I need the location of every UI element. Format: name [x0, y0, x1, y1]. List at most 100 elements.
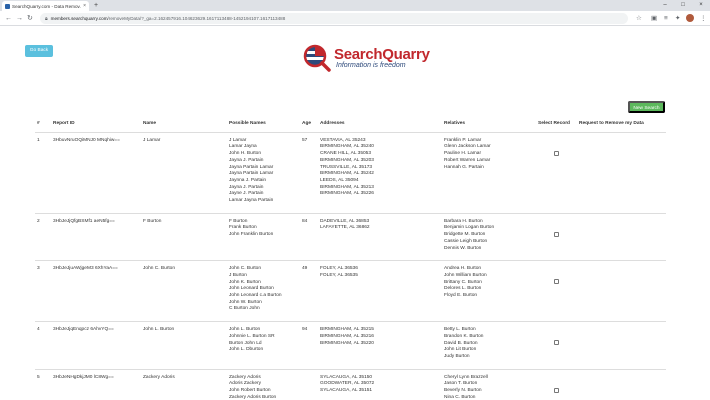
new-search-button[interactable]: New Search	[628, 101, 665, 113]
url-host: members.searchquarry.com	[50, 16, 108, 21]
table-row: 2 3HbJeJjQfgBSMf1 aeN5fg== F Burton F Burto…	[35, 212, 666, 261]
record-name: Zackery Adoris	[141, 368, 227, 400]
remove-data-cell	[577, 321, 666, 370]
addresses-line: FOLEY, AL 36535	[320, 272, 358, 278]
go-back-button[interactable]: Go Back	[25, 45, 53, 57]
back-arrow-icon[interactable]: ←	[5, 14, 12, 23]
reload-icon[interactable]: ↻	[27, 14, 33, 23]
possible-names-line: John Leonard c.a Burton	[229, 293, 282, 299]
record-name: F Burton	[141, 212, 227, 261]
relatives-line: Cassie Leigh Burton	[444, 238, 488, 244]
report-id: 3HbuvNruOQiMNJ0 MNqhiw==	[51, 131, 141, 214]
select-record-cell	[536, 131, 577, 214]
addresses-line: BIRMINGHAM, AL 35216	[320, 333, 374, 339]
addresses-line: LAFAYETTE, AL 36862	[320, 225, 370, 231]
possible-names-line: Lamar Jayna Partain	[229, 198, 274, 204]
browser-toolbar: ← → ↻ 🔒︎ members.searchquarry.com/remove…	[0, 11, 710, 26]
col-header-age: Age	[300, 118, 318, 133]
minimize-button[interactable]: –	[656, 0, 674, 11]
possible-names-line: Jayna Partain Lamar	[229, 171, 274, 177]
forward-arrow-icon[interactable]: →	[16, 14, 23, 23]
report-id: 3HbJeJjuAWjgeM3 6XhYaA==	[51, 260, 141, 322]
remove-data-cell	[577, 131, 666, 214]
select-record-checkbox[interactable]	[554, 150, 559, 156]
relatives-line: Brandon K. Burton	[444, 333, 484, 339]
row-number: 5	[35, 368, 51, 400]
row-number: 3	[35, 260, 51, 322]
magnifier-flag-icon	[303, 44, 331, 72]
possible-names: Zackery Adoris Adoris Zackery John Robert …	[227, 368, 300, 400]
table-row: 1 3HbuvNruOQiMNJ0 MNqhiw== J Lamar J Lamar L…	[35, 131, 666, 214]
tab-close-icon[interactable]: ×	[83, 3, 86, 9]
record-name: John L. Burton	[141, 321, 227, 370]
relatives-line: Nina C. Burton	[444, 394, 476, 400]
lock-icon: 🔒︎	[45, 15, 48, 22]
possible-names-line: J Burton	[229, 272, 247, 278]
addresses-line: BIRMINGHAM, AL 35242	[320, 171, 374, 177]
addresses-line: BIRMINGHAM, AL 35215	[320, 327, 374, 333]
possible-names-line: Jayna J. Partain	[229, 157, 264, 163]
relatives-line: John William Burton	[444, 272, 487, 278]
table-row: 3 3HbJeJjuAWjgeM3 6XhYaA== John C. Burton J…	[35, 260, 666, 322]
possible-names-line: John H. Burton	[229, 151, 261, 157]
favicon-icon	[5, 3, 10, 9]
extension-icon[interactable]: ▣	[651, 14, 657, 23]
table-row: 5 3HbJeNHgDkjJM0 lC8Wg== Zackery Adoris Zac…	[35, 368, 666, 400]
relatives: Andrea H. Burton John William Burton Britt…	[442, 260, 536, 322]
possible-names: F Burton Frank Burton John Franklin Burton	[227, 212, 300, 261]
new-tab-button[interactable]: +	[94, 1, 98, 10]
possible-names-line: John L. Burton	[229, 327, 261, 333]
addresses: VESTAVIA, AL 35243 BIRMINGHAM, AL 35240 CR…	[318, 131, 442, 214]
report-id: 3HbJeJjqEnqpcz 6AhvYQ==	[51, 321, 141, 370]
address-bar[interactable]: 🔒︎ members.searchquarry.com/removeMyData…	[40, 13, 628, 24]
col-header-remove-data: Request to Remove my Data	[577, 118, 666, 133]
bookmark-star-icon[interactable]: ☆	[636, 14, 642, 23]
relatives-line: Beverly N. Burton	[444, 388, 482, 394]
select-record-checkbox[interactable]	[554, 231, 559, 237]
relatives-line: John Lit Burton	[444, 347, 477, 353]
age: 49	[300, 260, 318, 322]
relatives-line: Judy Burton	[444, 353, 470, 359]
remove-data-cell	[577, 368, 666, 400]
menu-kebab-icon[interactable]: ⋮	[700, 14, 707, 23]
col-header-relatives: Relatives	[442, 118, 536, 133]
relatives-line: Dennis W. Burton	[444, 245, 482, 251]
possible-names-line: Jaynna J. Partain	[229, 177, 267, 183]
addresses-line: BIRMINGHAM, AL 35220	[320, 340, 374, 346]
select-record-checkbox[interactable]	[554, 340, 559, 346]
relatives-line: Betty L. Burton	[444, 327, 476, 333]
browser-tab[interactable]: SearchQuarry.com - Data Remov... ×	[2, 1, 89, 11]
addresses: BIRMINGHAM, AL 35215 BIRMINGHAM, AL 35216…	[318, 321, 442, 370]
relatives-line: Bridgette M. Burton	[444, 232, 486, 238]
addresses: DADEVILLE, AL 36853 LAFAYETTE, AL 36862	[318, 212, 442, 261]
select-record-checkbox[interactable]	[554, 387, 559, 393]
relatives-line: Hannah G. Partain	[444, 164, 484, 170]
select-record-checkbox[interactable]	[554, 279, 559, 285]
col-header-report-id: Report ID	[51, 118, 141, 133]
select-record-cell	[536, 321, 577, 370]
puzzle-icon[interactable]: ✦	[675, 14, 680, 23]
table-body: 1 3HbuvNruOQiMNJ0 MNqhiw== J Lamar J Lamar L…	[35, 131, 666, 400]
addresses-line: SYLACAUGA, AL 35151	[320, 388, 373, 394]
remove-data-cell	[577, 260, 666, 322]
profile-avatar[interactable]	[686, 14, 694, 22]
age: 94	[300, 321, 318, 370]
possible-names: John C. Burton J Burton John K. Burton John…	[227, 260, 300, 322]
relatives: Franklin P. Lamar Glenn Jackson Lamar Paul…	[442, 131, 536, 214]
possible-names-line: John C. Burton	[229, 266, 261, 272]
table-header-row: # Report ID Name Possible Names Age Addr…	[35, 118, 666, 133]
report-id: 3HbJeJjQfgBSMf1 aeN5fg==	[51, 212, 141, 261]
col-header-select-record: Select Record	[536, 118, 577, 133]
row-number: 2	[35, 212, 51, 261]
row-number: 1	[35, 131, 51, 214]
possible-names-line: Zackery Adoris Burton	[229, 394, 277, 400]
row-number: 4	[35, 321, 51, 370]
window-close-button[interactable]: ×	[692, 0, 710, 11]
report-id: 3HbJeNHgDkjJM0 lC8Wg==	[51, 368, 141, 400]
tab-title: SearchQuarry.com - Data Remov...	[12, 3, 82, 9]
logo-brand-text: SearchQuarry	[334, 46, 430, 63]
reading-list-icon[interactable]: ≡	[664, 14, 668, 23]
relatives: Barbara H. Burton Benjamin Logan Burton Br…	[442, 212, 536, 261]
maximize-button[interactable]: □	[674, 0, 692, 11]
possible-names-line: John L. Dburton	[229, 347, 264, 353]
